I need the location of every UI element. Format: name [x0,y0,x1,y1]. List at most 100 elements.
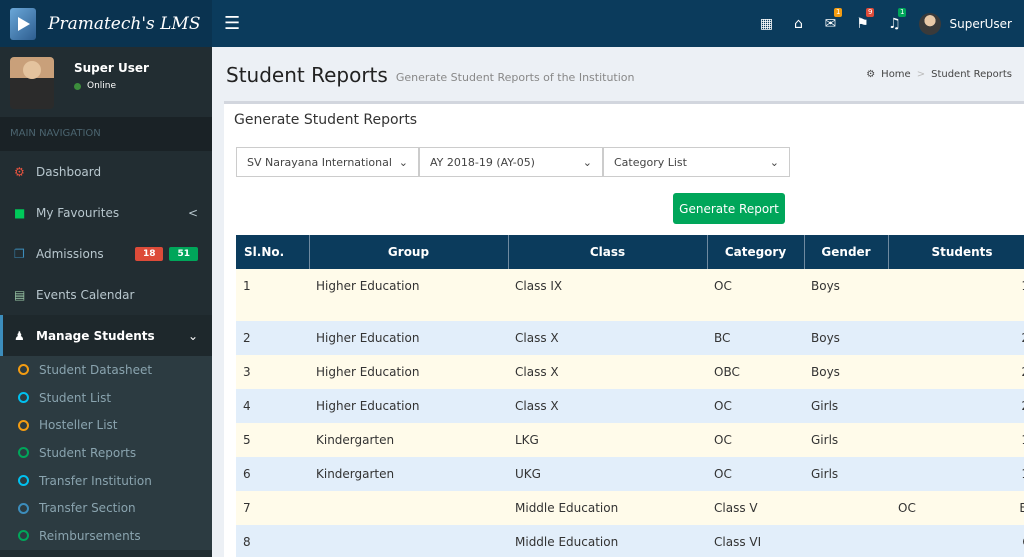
column-header[interactable]: Gender [804,235,889,269]
sidebar-item-dashboard[interactable]: ⚙ Dashboard [0,151,212,192]
cell-value: Class V [714,501,758,515]
academic-year-select[interactable]: AY 2018-19 (AY-05) ⌄ [419,147,603,177]
menu-toggle-icon[interactable]: ☰ [224,13,244,34]
sidebar-item-events-calendar[interactable]: ▤ Events Calendar [0,274,212,315]
column-header[interactable]: Students [888,235,1024,269]
cell-class: Class X [508,321,707,355]
sidebar-subitem-label: Transfer Institution [39,473,152,488]
cell-category: BC [707,321,804,355]
cell-category: OC [707,389,804,423]
cell-students: Gi [888,525,1024,557]
cell-gender [804,491,888,525]
cell-slno: 1 [236,269,309,321]
chevron-down-icon: ⌄ [187,328,198,343]
cell-students: 2 [888,321,1024,355]
cell-gender: Girls [804,389,888,423]
cell-class: Class X [508,355,707,389]
cell-group [309,525,508,557]
sidebar-subitem-student-list[interactable]: Student List [0,384,212,412]
sidebar-item-admissions[interactable]: ❐ Admissions 18 51 [0,233,212,274]
table-row: 3 Higher Education Class X OBC Boys 2 [236,355,1024,389]
filter-row: SV Narayana International ⌄ AY 2018-19 (… [224,147,1024,177]
chevron-down-icon: ⌄ [398,155,408,169]
cell-group: Higher Education [309,355,508,389]
cell-gender: Girls [804,457,888,491]
chevron-down-icon: ⌄ [769,155,779,169]
generate-report-button[interactable]: Generate Report [673,193,785,224]
table-row: 5 Kindergarten LKG OC Girls 1 [236,423,1024,457]
copy-icon: ❐ [14,246,25,261]
sidebar-subitem-label: Reimbursements [39,528,141,543]
sidebar-item-label: Dashboard [36,164,102,179]
cell-class: Class IX [508,269,707,321]
page-title: Student Reports [226,62,388,87]
film-icon[interactable]: ▦ [751,16,781,32]
cell-group: Kindergarten [309,457,508,491]
sidebar-item-manage-students[interactable]: ♟ Manage Students ⌄ [0,315,212,356]
logo-icon [10,7,36,40]
cell-students: 2 [888,355,1024,389]
column-header[interactable]: Group [309,235,509,269]
cell-group [309,491,508,525]
cell-value: Bo [1019,501,1024,515]
sidebar-subitem-transfer-institution[interactable]: Transfer Institution [0,467,212,495]
mail-icon[interactable]: ✉ 1 [815,7,845,32]
sidebar-subitem-hosteller-list[interactable]: Hosteller List [0,411,212,439]
cell-category: OBC [707,355,804,389]
table-row: 7 Middle Education Class V OC Bo [236,491,1024,525]
cell-slno: 7 [236,491,309,525]
breadcrumb-separator: > [916,69,926,80]
circle-icon [18,392,29,404]
circle-icon [18,364,29,376]
cell-gender: Boys [804,355,888,389]
circle-icon [18,530,29,542]
online-status: Online [74,81,149,91]
sidebar-subitem-student-datasheet[interactable]: Student Datasheet [0,356,212,384]
cell-category: Class VI [707,525,804,557]
table-row: 8 Middle Education Class VI Gi [236,525,1024,557]
online-dot-icon [74,82,81,90]
bell-badge: 1 [898,7,907,17]
sidebar-subitem-reimbursements[interactable]: Reimbursements [0,522,212,550]
nav-header: MAIN NAVIGATION [0,117,212,151]
report-table: Sl.No. Group Class Category Gender Stude… [236,235,1024,557]
cell-group: Higher Education [309,321,508,355]
app-logo[interactable]: Pramatech's LMS [0,0,212,47]
breadcrumb-home[interactable]: Home [881,69,911,80]
sidebar-subitem-transfer-section[interactable]: Transfer Section [0,494,212,522]
sidebar-subitem-student-reports[interactable]: Student Reports [0,439,212,467]
cell-group: Higher Education [309,389,508,423]
sidebar: Super User Online MAIN NAVIGATION ⚙ Dash… [0,47,212,557]
basket-icon[interactable]: ⌂ [783,16,813,32]
sidebar-subitem-label: Transfer Section [39,501,136,516]
bell-icon[interactable]: ♫ 1 [879,7,909,32]
sidebar-subitem-label: Student Datasheet [39,362,153,377]
circle-icon [18,475,29,487]
calendar-icon: ▤ [14,287,26,302]
app-title: Pramatech's LMS [48,13,201,34]
table-row: 2 Higher Education Class X BC Boys 2 [236,321,1024,355]
column-header[interactable]: Sl.No. [236,235,310,269]
admissions-badge-red: 18 [134,246,164,261]
cell-class: LKG [508,423,707,457]
cell-slno: 3 [236,355,309,389]
sidebar-item-label: Manage Students [36,328,155,343]
cell-class: Middle Education [508,525,707,557]
cell-category: OC [707,423,804,457]
cell-category: OC [707,457,804,491]
chevron-left-icon: < [187,205,198,220]
user-menu[interactable]: SuperUser [911,12,1024,35]
cell-slno: 6 [236,457,309,491]
sidebar-subitem-label: Student Reports [39,445,137,460]
column-header[interactable]: Class [508,235,708,269]
top-navbar: Pramatech's LMS ☰ ▦ ⌂ ✉ 1 ⚑ 9 ♫ 1 SuperU… [0,0,1024,47]
dashboard-icon: ⚙ [14,164,25,179]
institution-select[interactable]: SV Narayana International ⌄ [236,147,419,177]
column-header[interactable]: Category [707,235,805,269]
cell-category: Class V [707,491,804,525]
report-box: Generate Student Reports SV Narayana Int… [224,101,1024,557]
category-select[interactable]: Category List ⌄ [603,147,790,177]
sidebar-item-label: Admissions [36,246,104,261]
sidebar-item-my-favourites[interactable]: ■ My Favourites < [0,192,212,233]
flag-icon[interactable]: ⚑ 9 [847,7,877,32]
